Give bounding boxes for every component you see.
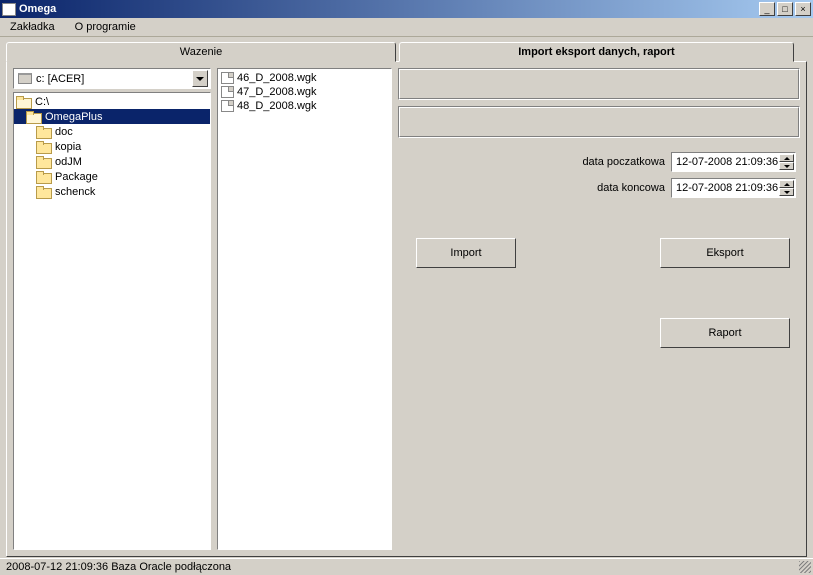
folder-icon [36, 141, 52, 153]
folder-name: OmegaPlus [45, 111, 102, 123]
folder-name: Package [55, 171, 98, 183]
status-text: 2008-07-12 21:09:36 Baza Oracle podłączo… [6, 561, 231, 573]
folder-list[interactable]: C:\ OmegaPlus doc kopia odJM Package schenck [13, 92, 211, 550]
folder-item[interactable]: OmegaPlus [14, 109, 210, 124]
folder-icon [36, 156, 52, 168]
window-buttons: _ □ × [759, 2, 811, 16]
file-list[interactable]: 46_D_2008.wgk 47_D_2008.wgk 48_D_2008.wgk [217, 68, 392, 550]
spin-down-icon[interactable] [779, 188, 794, 196]
start-date-row: data poczatkowa 12-07-2008 21:09:36 [398, 152, 800, 172]
menu-zakladka[interactable]: Zakładka [4, 19, 61, 35]
maximize-button[interactable]: □ [777, 2, 793, 16]
folder-icon [36, 171, 52, 183]
close-button[interactable]: × [795, 2, 811, 16]
file-item[interactable]: 48_D_2008.wgk [220, 99, 389, 113]
end-date-label: data koncowa [597, 182, 665, 194]
folder-icon [36, 126, 52, 138]
folder-name: odJM [55, 156, 82, 168]
file-panel: 46_D_2008.wgk 47_D_2008.wgk 48_D_2008.wgk [217, 68, 392, 550]
folder-icon [16, 96, 32, 108]
file-icon [221, 86, 234, 98]
folder-panel: c: [ACER] C:\ OmegaPlus doc kopia odJM Packag… [13, 68, 211, 550]
folder-icon [26, 111, 42, 123]
spin-up-icon[interactable] [779, 180, 794, 188]
folder-name: kopia [55, 141, 81, 153]
drive-label: c: [ACER] [36, 73, 84, 85]
eksport-button[interactable]: Eksport [660, 238, 790, 268]
window-title: Omega [19, 3, 759, 15]
client-area: Wazenie Import eksport danych, raport c:… [0, 37, 813, 558]
folder-item[interactable]: C:\ [14, 94, 210, 109]
file-name: 47_D_2008.wgk [237, 86, 317, 98]
file-icon [221, 72, 234, 84]
file-item[interactable]: 47_D_2008.wgk [220, 85, 389, 99]
right-panel: data poczatkowa 12-07-2008 21:09:36 data… [398, 68, 800, 550]
drive-dropdown-button[interactable] [192, 70, 208, 87]
end-date-value: 12-07-2008 21:09:36 [676, 182, 778, 194]
folder-name: schenck [55, 186, 95, 198]
tab-strip: Wazenie Import eksport danych, raport [6, 41, 807, 61]
folder-item[interactable]: schenck [14, 184, 210, 199]
folder-item[interactable]: kopia [14, 139, 210, 154]
tab-import-eksport[interactable]: Import eksport danych, raport [399, 42, 794, 62]
start-date-value: 12-07-2008 21:09:36 [676, 156, 778, 168]
start-date-field[interactable]: 12-07-2008 21:09:36 [671, 152, 796, 172]
start-date-label: data poczatkowa [582, 156, 665, 168]
drive-combo[interactable]: c: [ACER] [13, 68, 211, 89]
tab-panel: c: [ACER] C:\ OmegaPlus doc kopia odJM Packag… [6, 61, 807, 557]
group-box-1 [398, 68, 800, 100]
import-button[interactable]: Import [416, 238, 516, 268]
app-icon [2, 3, 16, 16]
minimize-button[interactable]: _ [759, 2, 775, 16]
end-date-row: data koncowa 12-07-2008 21:09:36 [398, 178, 800, 198]
end-date-field[interactable]: 12-07-2008 21:09:36 [671, 178, 796, 198]
menu-bar: Zakładka O programie [0, 18, 813, 37]
folder-name: C:\ [35, 96, 49, 108]
folder-item[interactable]: odJM [14, 154, 210, 169]
menu-oprogramie[interactable]: O programie [69, 19, 142, 35]
file-icon [221, 100, 234, 112]
folder-item[interactable]: doc [14, 124, 210, 139]
folder-icon [36, 186, 52, 198]
end-date-spinner [779, 180, 794, 196]
folder-name: doc [55, 126, 73, 138]
raport-button[interactable]: Raport [660, 318, 790, 348]
group-box-2 [398, 106, 800, 138]
file-item[interactable]: 46_D_2008.wgk [220, 71, 389, 85]
folder-item[interactable]: Package [14, 169, 210, 184]
start-date-spinner [779, 154, 794, 170]
spin-down-icon[interactable] [779, 162, 794, 170]
file-name: 48_D_2008.wgk [237, 100, 317, 112]
tab-wazenie[interactable]: Wazenie [6, 42, 396, 62]
drive-icon [18, 73, 32, 84]
status-bar: 2008-07-12 21:09:36 Baza Oracle podłączo… [0, 558, 813, 575]
resize-grip-icon[interactable] [799, 561, 811, 573]
title-bar: Omega _ □ × [0, 0, 813, 18]
spin-up-icon[interactable] [779, 154, 794, 162]
file-name: 46_D_2008.wgk [237, 72, 317, 84]
